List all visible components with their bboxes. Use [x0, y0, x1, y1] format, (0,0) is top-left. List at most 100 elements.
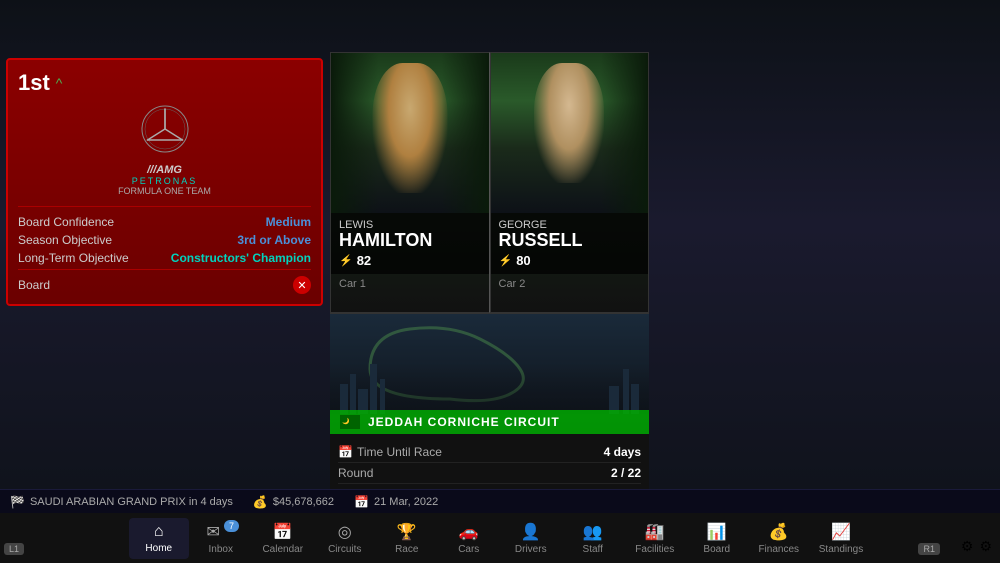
- nav-label-finances: Finances: [758, 544, 799, 555]
- board-label: Board: [18, 278, 50, 292]
- board-confidence-value: Medium: [266, 215, 311, 229]
- driver2-rating: 80: [516, 253, 530, 268]
- nav-label-inbox: Inbox: [209, 544, 233, 555]
- settings-icon[interactable]: ⚙: [961, 538, 974, 555]
- driver1-rating-row: ⚡ 82: [339, 253, 481, 268]
- nav-label-standings: Standings: [819, 544, 863, 555]
- amg-text: ///AMG: [18, 164, 311, 176]
- nav-label-facilities: Facilities: [635, 544, 674, 555]
- board-section: Board ✕: [18, 269, 311, 294]
- driver2-rating-row: ⚡ 80: [499, 253, 641, 268]
- middle-panel: 1st Lewis HAMILTON ⚡ 8: [330, 52, 650, 513]
- position-badge: 1st ^: [18, 70, 311, 96]
- nav-badge-inbox: 7: [224, 520, 239, 532]
- nav-label-board: Board: [703, 544, 730, 555]
- driver1-info: Lewis HAMILTON ⚡ 82: [331, 213, 489, 274]
- round-value: 2 / 22: [611, 466, 641, 480]
- board-confidence-label: Board Confidence: [18, 215, 114, 229]
- driver2-image: [491, 53, 649, 213]
- driver-bg-1: 1st Lewis HAMILTON ⚡ 8: [331, 53, 489, 312]
- round-row: Round 2 / 22: [338, 463, 641, 484]
- nav-icon-drivers: 👤: [521, 522, 541, 542]
- flag-icon: 🏁: [10, 495, 25, 509]
- nav-item-inbox[interactable]: ✉7 Inbox: [191, 518, 251, 559]
- status-race-label: SAUDI ARABIAN GRAND PRIX in 4 days: [30, 496, 233, 508]
- driver2-rating-icon: ⚡: [499, 254, 513, 267]
- season-objective-value: 3rd or Above: [237, 233, 311, 247]
- nav-label-home: Home: [145, 543, 172, 554]
- circuit-label-bar: 🌙 JEDDAH CORNICHE CIRCUIT: [330, 410, 649, 434]
- nav-bar: L1 ⌂ Home ✉7 Inbox 📅 Calendar ◎ Circuits…: [0, 513, 1000, 563]
- close-button[interactable]: ✕: [293, 276, 311, 294]
- position-arrow: ^: [56, 75, 63, 91]
- nav-icon-inbox: ✉7: [207, 522, 235, 542]
- petronas-text: PETRONAS: [18, 176, 311, 186]
- team-position: 1st: [18, 70, 50, 96]
- nav-icon-board: 📊: [707, 522, 727, 542]
- status-date: 📅 21 Mar, 2022: [354, 495, 438, 509]
- circuit-bg: 🌙 JEDDAH CORNICHE CIRCUIT: [330, 314, 649, 434]
- nav-item-race[interactable]: 🏆 Race: [377, 518, 437, 559]
- driver1-car-label: Car 1: [331, 274, 489, 294]
- circuit-name: JEDDAH CORNICHE CIRCUIT: [368, 415, 560, 429]
- board-confidence-row: Board Confidence Medium: [18, 215, 311, 229]
- nav-label-drivers: Drivers: [515, 544, 547, 555]
- time-until-race-value: 4 days: [604, 445, 641, 459]
- circuit-stats: 📅 Time Until Race 4 days Round 2 / 22: [330, 434, 649, 492]
- driver-card-1[interactable]: 1st Lewis HAMILTON ⚡ 8: [330, 52, 490, 313]
- team-name-logo: ///AMG PETRONAS FORMULA ONE TEAM: [18, 164, 311, 196]
- nav-icon-calendar: 📅: [273, 522, 293, 542]
- status-date-label: 21 Mar, 2022: [374, 496, 438, 508]
- season-objective-row: Season Objective 3rd or Above: [18, 233, 311, 247]
- status-money-label: $45,678,662: [273, 496, 334, 508]
- time-until-race-row: 📅 Time Until Race 4 days: [338, 442, 641, 463]
- nav-label-calendar: Calendar: [262, 544, 303, 555]
- city-silhouette: [330, 364, 649, 414]
- circuit-section: 🌙 JEDDAH CORNICHE CIRCUIT 📅 Time Until R…: [330, 313, 649, 513]
- extra-icon[interactable]: ⚙: [979, 538, 992, 555]
- status-bar: 🏁 SAUDI ARABIAN GRAND PRIX in 4 days 💰 $…: [0, 489, 1000, 513]
- nav-label-cars: Cars: [458, 544, 479, 555]
- nav-item-staff[interactable]: 👥 Staff: [563, 518, 623, 559]
- nav-icon-cars: 🚗: [459, 522, 479, 542]
- time-until-race-label: 📅 Time Until Race: [338, 445, 442, 459]
- round-label: Round: [338, 466, 373, 480]
- nav-icon-staff: 👥: [583, 522, 603, 542]
- nav-item-finances[interactable]: 💰 Finances: [749, 518, 809, 559]
- nav-label-race: Race: [395, 544, 418, 555]
- nav-item-circuits[interactable]: ◎ Circuits: [315, 518, 375, 559]
- longterm-objective-label: Long-Term Objective: [18, 251, 129, 265]
- team-card: 1st ^ ///AMG PETRONAS FORMULA ONE TEA: [6, 58, 323, 306]
- driver2-info: George RUSSELL ⚡ 80: [491, 213, 649, 274]
- driver1-lastname: HAMILTON: [339, 231, 481, 249]
- nav-label-circuits: Circuits: [328, 544, 361, 555]
- money-icon: 💰: [253, 495, 268, 509]
- nav-item-drivers[interactable]: 👤 Drivers: [501, 518, 561, 559]
- driver2-car-label: Car 2: [491, 274, 649, 294]
- nav-item-cars[interactable]: 🚗 Cars: [439, 518, 499, 559]
- nav-icon-circuits: ◎: [338, 522, 352, 542]
- nav-icon-facilities: 🏭: [645, 522, 665, 542]
- nav-label-staff: Staff: [583, 544, 603, 555]
- driver-card-2[interactable]: 2nd George RUSSELL ⚡ 8: [490, 52, 650, 313]
- status-money: 💰 $45,678,662: [253, 495, 334, 509]
- driver2-lastname: RUSSELL: [499, 231, 641, 249]
- nav-item-calendar[interactable]: 📅 Calendar: [253, 518, 313, 559]
- nav-item-home[interactable]: ⌂ Home: [129, 518, 189, 559]
- nav-item-board[interactable]: 📊 Board: [687, 518, 747, 559]
- nav-icon-standings: 📈: [831, 522, 851, 542]
- nav-item-facilities[interactable]: 🏭 Facilities: [625, 518, 685, 559]
- calendar-icon: 📅: [338, 445, 353, 459]
- team-logo-area: [18, 104, 311, 154]
- saudi-flag: 🌙: [340, 415, 360, 429]
- nav-icon-home: ⌂: [154, 523, 164, 541]
- driver1-rating-icon: ⚡: [339, 254, 353, 267]
- nav-icon-finances: 💰: [769, 522, 789, 542]
- driver1-image: [331, 53, 489, 213]
- mercedes-logo: [140, 104, 190, 154]
- driver1-rating: 82: [357, 253, 371, 268]
- drivers-row: 1st Lewis HAMILTON ⚡ 8: [330, 52, 649, 313]
- l1-badge: L1: [4, 543, 24, 555]
- nav-item-standings[interactable]: 📈 Standings: [811, 518, 871, 559]
- date-icon: 📅: [354, 495, 369, 509]
